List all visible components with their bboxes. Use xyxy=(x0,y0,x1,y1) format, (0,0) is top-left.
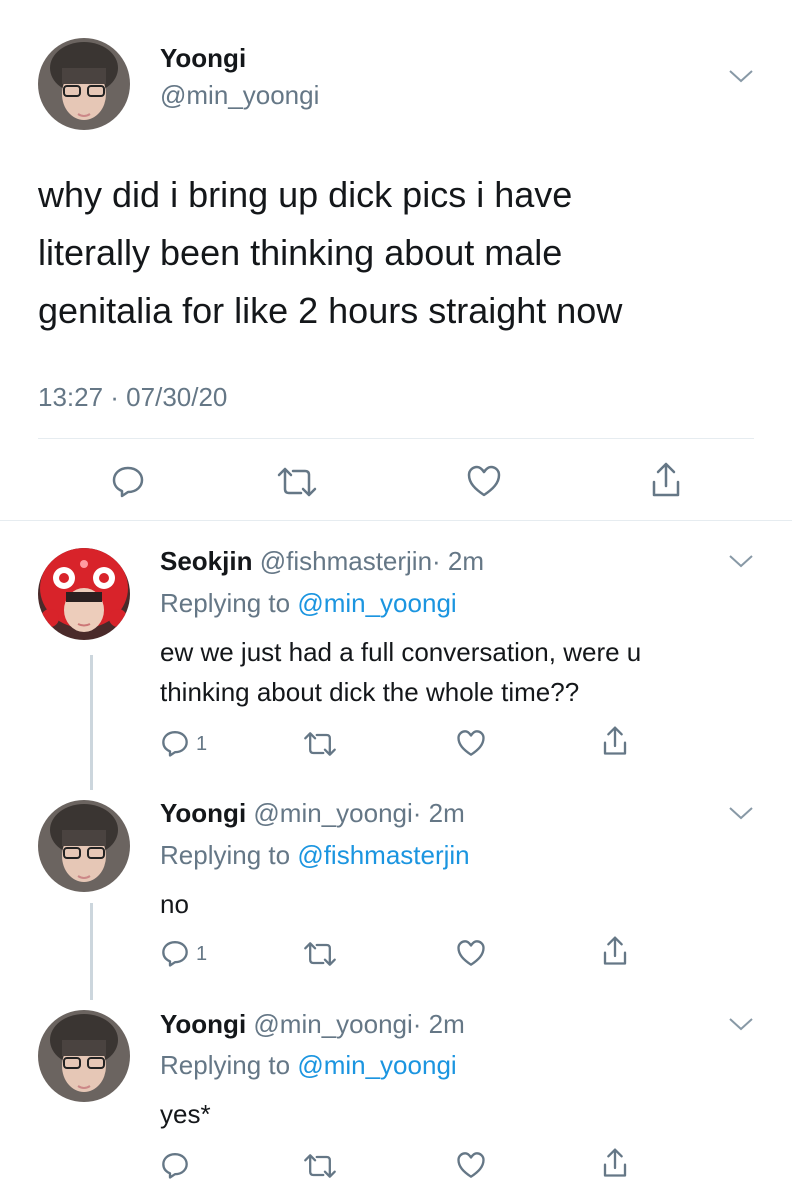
handle[interactable]: @min_yoongi xyxy=(253,1009,412,1039)
speech-bubble-icon[interactable] xyxy=(160,938,190,968)
mention-link[interactable]: @min_yoongi xyxy=(297,1050,456,1080)
avatar[interactable] xyxy=(38,548,130,640)
share-upload-icon[interactable] xyxy=(648,460,684,500)
reply-header: Yoongi @min_yoongi· 2m xyxy=(160,1009,465,1040)
handle[interactable]: @min_yoongi xyxy=(160,80,319,111)
speech-bubble-icon[interactable] xyxy=(160,728,190,758)
share-upload-icon[interactable] xyxy=(600,934,630,968)
divider xyxy=(38,438,754,439)
share-upload-icon[interactable] xyxy=(600,724,630,758)
chevron-down-icon[interactable] xyxy=(728,553,754,569)
tweet-text-line: literally been thinking about male xyxy=(38,232,563,273)
thread-line xyxy=(90,903,93,1000)
replying-label: Replying to xyxy=(160,840,291,870)
replying-label: Replying to xyxy=(160,588,291,618)
handle[interactable]: @fishmasterjin xyxy=(260,546,432,576)
section-divider xyxy=(0,520,792,521)
retweet-arrows-icon[interactable] xyxy=(302,730,338,758)
display-name[interactable]: Yoongi xyxy=(160,1009,246,1039)
reply-text: ew we just had a full conversation, were… xyxy=(160,632,641,712)
reply-text-line: yes* xyxy=(160,1099,211,1129)
replying-to: Replying to @min_yoongi xyxy=(160,588,457,619)
reply-text: yes* xyxy=(160,1094,211,1134)
reply-time[interactable]: · 2m xyxy=(413,1009,465,1039)
reply-text-line: thinking about dick the whole time?? xyxy=(160,677,580,707)
share-upload-icon[interactable] xyxy=(600,1146,630,1180)
chevron-down-icon[interactable] xyxy=(728,68,754,84)
display-name[interactable]: Seokjin xyxy=(160,546,252,576)
chevron-down-icon[interactable] xyxy=(728,805,754,821)
retweet-arrows-icon[interactable] xyxy=(302,940,338,968)
reply-header: Yoongi @min_yoongi· 2m xyxy=(160,798,465,829)
heart-icon[interactable] xyxy=(465,463,503,499)
reply-time[interactable]: · 2m xyxy=(413,798,465,828)
reply-header: Seokjin @fishmasterjin· 2m xyxy=(160,546,484,577)
replying-to: Replying to @min_yoongi xyxy=(160,1050,457,1081)
retweet-arrows-icon[interactable] xyxy=(302,1152,338,1180)
heart-icon[interactable] xyxy=(455,938,487,968)
display-name[interactable]: Yoongi xyxy=(160,798,246,828)
avatar[interactable] xyxy=(38,800,130,892)
avatar[interactable] xyxy=(38,1010,130,1102)
thread-line xyxy=(90,655,93,790)
reply-count: 1 xyxy=(196,943,208,965)
speech-bubble-icon[interactable] xyxy=(160,1150,190,1180)
reply-time[interactable]: · 2m xyxy=(432,546,484,576)
tweet-text-line: why did i bring up dick pics i have xyxy=(38,174,573,215)
timestamp[interactable]: 13:27 · 07/30/20 xyxy=(38,382,227,413)
reply-text: no xyxy=(160,884,189,924)
tweet-text-line: genitalia for like 2 hours straight now xyxy=(38,290,623,331)
speech-bubble-icon[interactable] xyxy=(110,463,146,499)
display-name[interactable]: Yoongi xyxy=(160,43,246,74)
replying-to: Replying to @fishmasterjin xyxy=(160,840,470,871)
reply-count: 1 xyxy=(196,733,208,755)
mention-link[interactable]: @fishmasterjin xyxy=(297,840,469,870)
reply-text-line: ew we just had a full conversation, were… xyxy=(160,637,642,667)
avatar[interactable] xyxy=(38,38,130,130)
replying-label: Replying to xyxy=(160,1050,291,1080)
heart-icon[interactable] xyxy=(455,728,487,758)
handle[interactable]: @min_yoongi xyxy=(253,798,412,828)
heart-icon[interactable] xyxy=(455,1150,487,1180)
mention-link[interactable]: @min_yoongi xyxy=(297,588,456,618)
chevron-down-icon[interactable] xyxy=(728,1016,754,1032)
reply-text-line: no xyxy=(160,889,189,919)
retweet-arrows-icon[interactable] xyxy=(275,465,319,499)
tweet-text: why did i bring up dick pics i have lite… xyxy=(38,166,622,340)
